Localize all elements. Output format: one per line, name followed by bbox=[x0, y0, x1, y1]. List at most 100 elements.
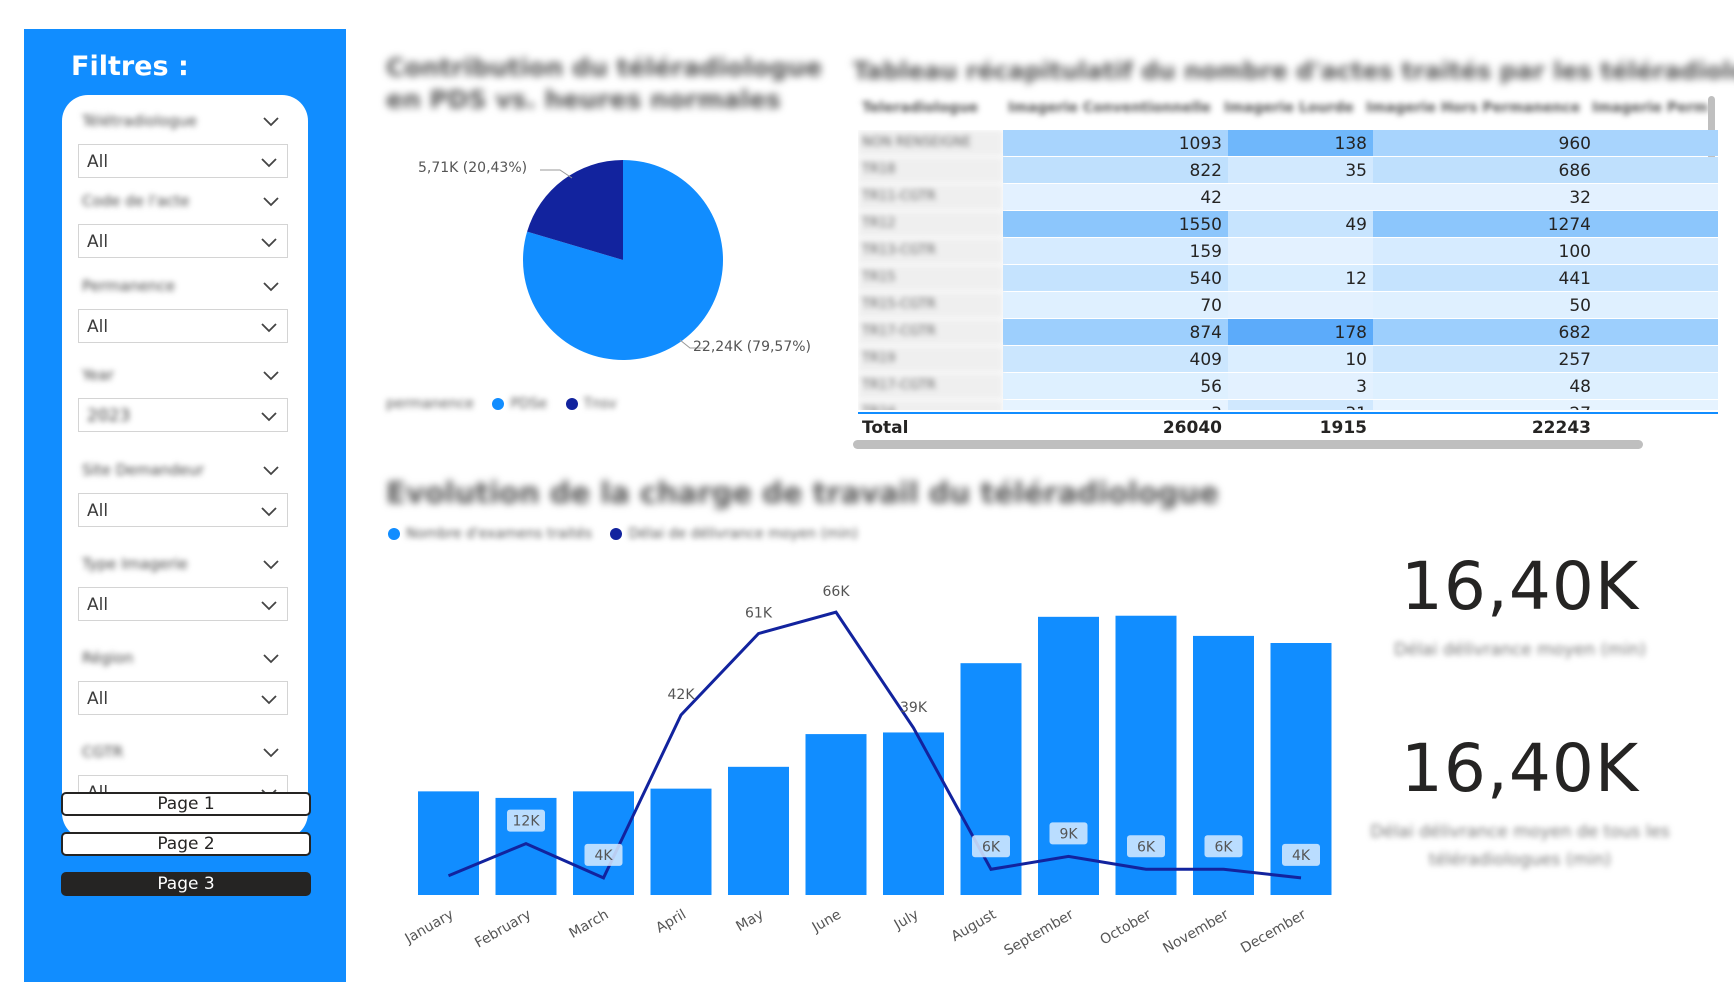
bar-september[interactable] bbox=[1038, 616, 1099, 895]
filter-collapse-toggle[interactable] bbox=[62, 114, 308, 128]
cell-permanence bbox=[1597, 346, 1718, 372]
table-row[interactable]: TR15 540 12 441 bbox=[858, 265, 1718, 291]
cell-lourde: 138 bbox=[1228, 130, 1373, 156]
cell-hors-permanence: 32 bbox=[1373, 184, 1597, 210]
table-title: Tableau récapitulatif du nombre d'actes … bbox=[853, 57, 1734, 85]
line-data-label: 4K bbox=[594, 848, 613, 864]
cell-permanence bbox=[1597, 265, 1718, 291]
table-header: Teleradiologue Imagerie Conventionnelle … bbox=[858, 96, 1718, 126]
cell-conventional: 3 bbox=[1003, 400, 1228, 410]
x-tick-label: December bbox=[1238, 906, 1309, 956]
table-row[interactable]: TR17-CGTR 56 3 48 bbox=[858, 373, 1718, 399]
cell-hors-permanence: 100 bbox=[1373, 238, 1597, 264]
cell-lourde: 178 bbox=[1228, 319, 1373, 345]
cell-permanence bbox=[1597, 373, 1718, 399]
chevron-down-icon bbox=[261, 695, 277, 705]
cell-conventional: 1093 bbox=[1003, 130, 1228, 156]
filter-collapse-toggle[interactable] bbox=[62, 463, 308, 477]
table-row[interactable]: TR19 409 10 257 bbox=[858, 346, 1718, 372]
chevron-down-icon bbox=[261, 601, 277, 611]
x-tick-label: August bbox=[949, 906, 1000, 945]
cell-permanence bbox=[1597, 130, 1718, 156]
table-row[interactable]: TR2433127 bbox=[858, 400, 1718, 410]
table-row[interactable]: TR18 822 35 686 bbox=[858, 157, 1718, 183]
table-row[interactable]: TR13-CGTR 159 100 bbox=[858, 238, 1718, 264]
cell-lourde bbox=[1228, 292, 1373, 318]
table-row[interactable]: TR15-CGTR 70 50 bbox=[858, 292, 1718, 318]
table-row[interactable]: NON RENSEIGNE 1093 138 960 bbox=[858, 130, 1718, 156]
filter-collapse-toggle[interactable] bbox=[62, 745, 308, 759]
table-row[interactable]: TR17-CGTR 874 178 682 bbox=[858, 319, 1718, 345]
legend-dot-bar bbox=[388, 528, 400, 540]
bar-may[interactable] bbox=[728, 766, 789, 895]
x-tick-label: April bbox=[653, 907, 689, 937]
column-header[interactable]: Imagerie Conventionnelle bbox=[1008, 100, 1211, 116]
table-horizontal-scrollbar[interactable] bbox=[853, 440, 1643, 449]
cell-lourde: 35 bbox=[1228, 157, 1373, 183]
row-name: TR17-CGTR bbox=[858, 319, 1003, 345]
filter-collapse-toggle[interactable] bbox=[62, 194, 308, 208]
column-header[interactable]: Teleradiologue bbox=[862, 100, 978, 116]
x-tick-label: October bbox=[1097, 906, 1154, 948]
filter-collapse-toggle[interactable] bbox=[62, 557, 308, 571]
cell-conventional: 42 bbox=[1003, 184, 1228, 210]
filter-dropdown[interactable]: All bbox=[78, 224, 288, 258]
pie-label-small: 5,71K (20,43%) bbox=[418, 160, 528, 176]
filter-dropdown[interactable]: All bbox=[78, 681, 288, 715]
total-value: 26040 bbox=[1162, 418, 1222, 438]
cell-lourde: 31 bbox=[1228, 400, 1373, 410]
cell-conventional: 56 bbox=[1003, 373, 1228, 399]
page-button-3[interactable]: Page 3 bbox=[61, 872, 311, 896]
cell-hors-permanence: 257 bbox=[1373, 346, 1597, 372]
filter-dropdown[interactable]: All bbox=[78, 587, 288, 621]
table-row[interactable]: TR11-CGTR 42 32 bbox=[858, 184, 1718, 210]
chevron-down-icon bbox=[263, 197, 279, 207]
bar-april[interactable] bbox=[650, 788, 712, 895]
row-name: TR15-CGTR bbox=[858, 292, 1003, 318]
legend-dot-line bbox=[610, 528, 623, 540]
filter-dropdown[interactable]: All bbox=[78, 144, 288, 178]
filter-dropdown[interactable]: 2023 bbox=[78, 398, 288, 432]
bar-august[interactable] bbox=[960, 663, 1022, 895]
filter-collapse-toggle[interactable] bbox=[62, 651, 308, 665]
table-row[interactable]: TR12 1550 49 1274 bbox=[858, 211, 1718, 237]
row-name: TR17-CGTR bbox=[858, 373, 1003, 399]
cell-permanence bbox=[1597, 238, 1718, 264]
filter-collapse-toggle[interactable] bbox=[62, 368, 308, 382]
column-header[interactable]: Imagerie Lourde bbox=[1224, 100, 1354, 116]
filter-value: All bbox=[87, 689, 109, 709]
filter-value: 2023 bbox=[87, 406, 131, 426]
chevron-down-icon bbox=[261, 158, 277, 168]
line-data-label: 6K bbox=[1214, 839, 1233, 855]
row-name: TR18 bbox=[858, 157, 1003, 183]
cell-lourde bbox=[1228, 238, 1373, 264]
line-data-label: 61K bbox=[745, 606, 773, 622]
row-name: TR11-CGTR bbox=[858, 184, 1003, 210]
bar-january[interactable] bbox=[418, 791, 479, 895]
kpi-label-1: Délai délivrance moyen (min) bbox=[1394, 640, 1646, 660]
chevron-down-icon bbox=[263, 654, 279, 664]
filter-dropdown[interactable]: All bbox=[78, 309, 288, 343]
cell-permanence bbox=[1597, 292, 1718, 318]
cell-permanence bbox=[1597, 211, 1718, 237]
bar-june[interactable] bbox=[805, 734, 867, 895]
filter-value: All bbox=[87, 595, 109, 615]
filter-dropdown[interactable]: All bbox=[78, 493, 288, 527]
cell-conventional: 409 bbox=[1003, 346, 1228, 372]
chevron-down-icon bbox=[261, 323, 277, 333]
page-button-1[interactable]: Page 1 bbox=[61, 792, 311, 816]
cell-conventional: 822 bbox=[1003, 157, 1228, 183]
kpi-label-2: Délai délivrance moyen de tous les télér… bbox=[1370, 822, 1670, 870]
column-header[interactable]: Imagerie Perm bbox=[1592, 100, 1708, 116]
filter-collapse-toggle[interactable] bbox=[62, 279, 308, 293]
column-header[interactable]: Imagerie Hors Permanence bbox=[1366, 100, 1580, 116]
chevron-down-icon bbox=[263, 371, 279, 381]
page-button-2[interactable]: Page 2 bbox=[61, 832, 311, 856]
cell-lourde bbox=[1228, 184, 1373, 210]
row-name: TR19 bbox=[858, 346, 1003, 372]
cell-lourde: 3 bbox=[1228, 373, 1373, 399]
line-data-label: 12K bbox=[513, 814, 541, 830]
bar-july[interactable] bbox=[883, 732, 944, 895]
sidebar-title: Filtres : bbox=[71, 51, 189, 82]
cell-conventional: 540 bbox=[1003, 265, 1228, 291]
